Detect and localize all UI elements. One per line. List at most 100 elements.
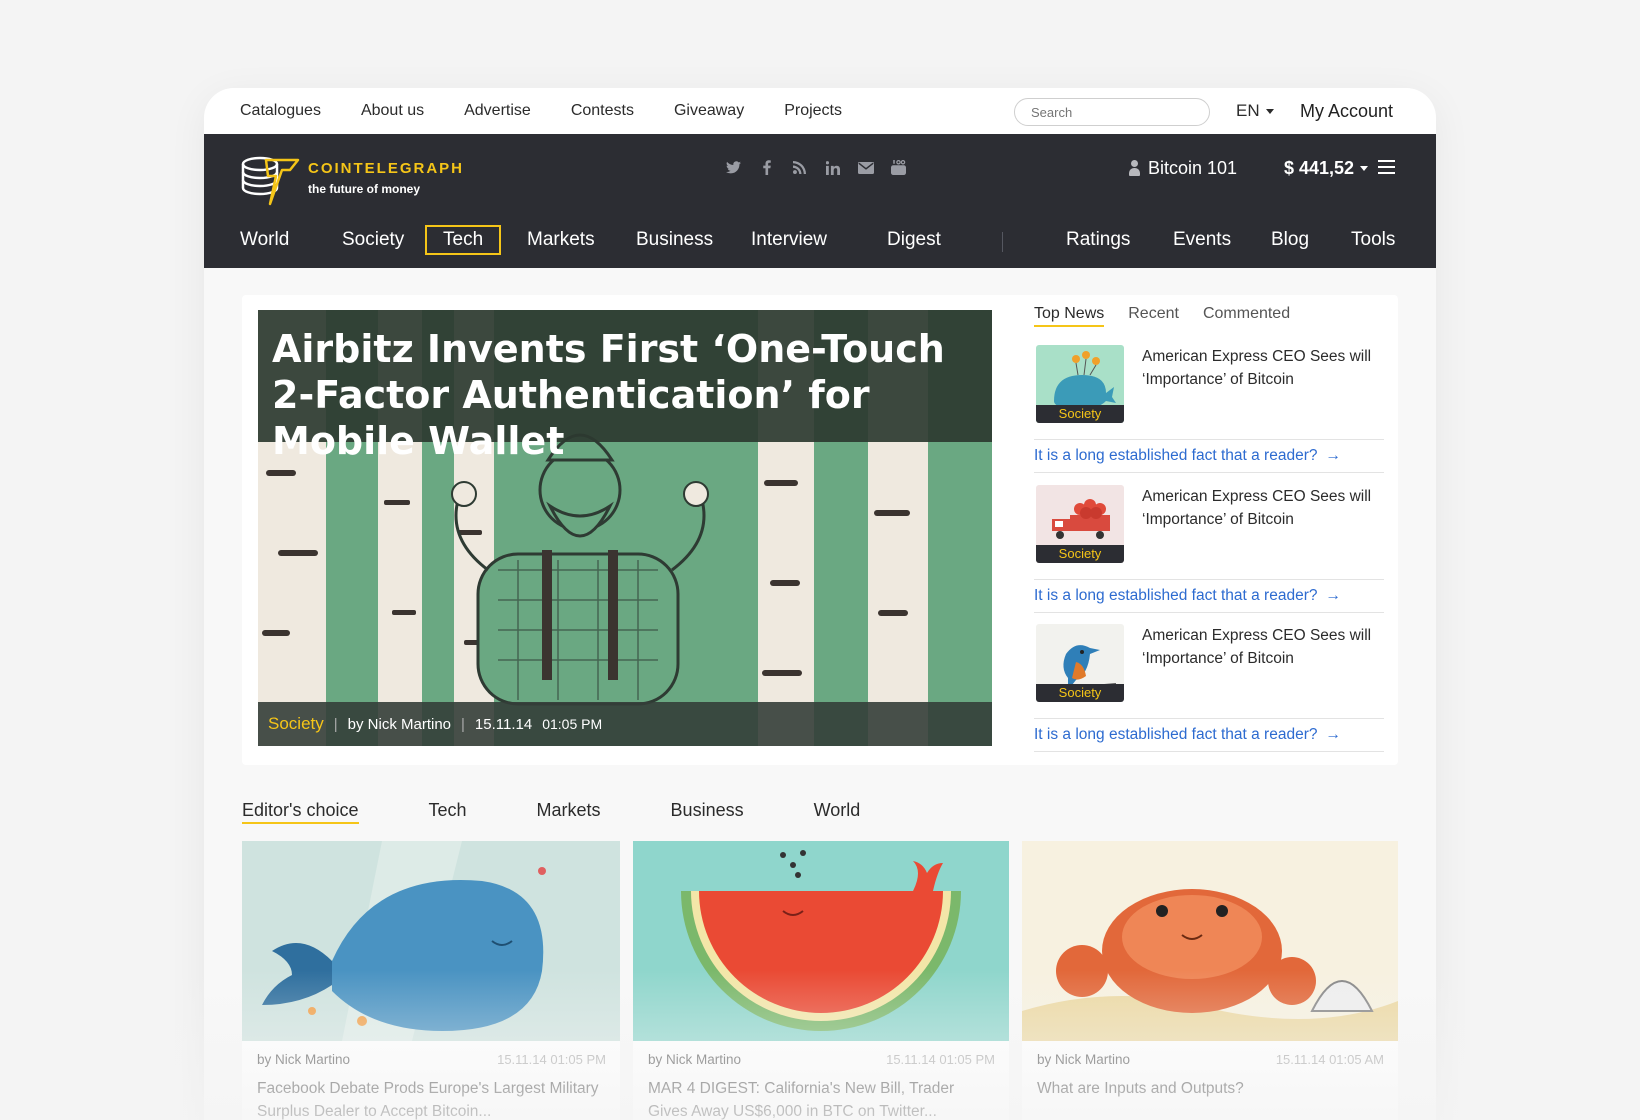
article-card[interactable]: by Nick Martino 15.11.14 01:05 PM MAR 4 … [633,841,1009,1120]
chevron-down-icon [1360,165,1369,171]
nav-item-interview[interactable]: Interview [735,225,843,255]
utility-link-projects[interactable]: Projects [784,102,842,120]
news-title[interactable]: American Express CEO Sees will ‘Importan… [1142,624,1372,670]
news-category-badge: Society [1036,405,1124,423]
nav-item-tech[interactable]: Tech [425,225,502,255]
nav-item-tools[interactable]: Tools [1335,225,1411,255]
language-label: EN [1236,101,1260,120]
article-date: 15.11.14 01:05 PM [886,1052,995,1067]
news-tabs: Top News Recent Commented [1034,305,1290,327]
news-category-badge: Society [1036,684,1124,702]
mail-icon[interactable] [856,158,875,177]
hero-author[interactable]: by Nick Martino [348,716,451,733]
meta-separator: | [333,715,338,733]
crab-illustration [1022,841,1398,1041]
tab-tech[interactable]: Tech [429,800,467,824]
utility-link-contests[interactable]: Contests [571,102,634,120]
linkedin-icon[interactable] [823,158,842,177]
news-read-link[interactable]: It is a long established fact that a rea… [1034,718,1384,752]
bitcoin-101-link[interactable]: Bitcoin 101 [1128,154,1237,182]
watermelon-illustration [633,841,1009,1041]
main-nav: World Society Tech Markets Business Inte… [204,222,1436,268]
user-icon [1128,160,1140,176]
article-author[interactable]: by Nick Martino [1037,1052,1130,1067]
twitter-icon[interactable] [724,158,743,177]
search-input[interactable] [1014,98,1210,126]
article-author[interactable]: by Nick Martino [257,1052,350,1067]
news-read-link[interactable]: It is a long established fact that a rea… [1034,439,1384,473]
hero-time: 01:05 PM [542,716,603,732]
news-thumbnail[interactable]: Society [1036,485,1124,563]
nav-item-markets[interactable]: Markets [511,225,611,255]
utility-link-catalogues[interactable]: Catalogues [240,102,321,120]
news-read-link[interactable]: It is a long established fact that a rea… [1034,579,1384,613]
whale-illustration [242,841,620,1041]
article-card[interactable]: by Nick Martino 15.11.14 01:05 PM Facebo… [242,841,620,1120]
arrow-right-icon: → [1325,587,1341,604]
browser-frame: Catalogues About us Advertise Contests G… [204,88,1436,1120]
hero-category[interactable]: Society [268,714,324,734]
news-thumbnail[interactable]: Society [1036,624,1124,702]
utility-link-giveaway[interactable]: Giveaway [674,102,744,120]
bitcoin-101-label: Bitcoin 101 [1148,157,1238,178]
article-title[interactable]: Facebook Debate Prods Europe's Largest M… [257,1077,605,1120]
arrow-right-icon: → [1325,726,1341,743]
chevron-down-icon [1265,108,1274,114]
tab-editors-choice[interactable]: Editor's choice [242,800,359,824]
news-thumbnail[interactable]: Society [1036,345,1124,423]
nav-item-events[interactable]: Events [1157,225,1247,255]
nav-item-society[interactable]: Society [326,225,420,255]
hero-article[interactable]: Airbitz Invents First ‘One-Touch 2-Facto… [258,310,992,746]
logo[interactable]: COINTELEGRAPH the future of money [240,152,490,208]
meta-separator: | [461,715,465,733]
nav-item-ratings[interactable]: Ratings [1050,225,1146,255]
tab-top-news[interactable]: Top News [1034,305,1105,327]
utility-link-advertise[interactable]: Advertise [464,102,531,120]
nav-item-blog[interactable]: Blog [1255,225,1325,255]
site-header: COINTELEGRAPH the future of money Bitcoi… [204,134,1436,268]
my-account-link[interactable]: My Account [1300,88,1393,134]
bitcoin-price-dropdown[interactable]: $ 441,52 [1284,154,1369,182]
news-title[interactable]: American Express CEO Sees will ‘Importan… [1142,485,1372,531]
nav-item-digest[interactable]: Digest [871,225,957,255]
article-image[interactable] [633,841,1009,1041]
youtube-icon[interactable] [889,158,908,177]
nav-divider [1002,232,1003,252]
logo-icon [241,156,300,206]
tab-recent[interactable]: Recent [1128,305,1179,327]
utility-link-about[interactable]: About us [361,102,424,120]
featured-section: Airbitz Invents First ‘One-Touch 2-Facto… [242,295,1398,765]
menu-icon[interactable] [1378,160,1395,174]
nav-item-world[interactable]: World [224,225,305,255]
article-title[interactable]: What are Inputs and Outputs? [1037,1077,1383,1100]
hero-date: 15.11.14 [474,715,533,733]
article-image[interactable] [242,841,620,1041]
section-tabs: Editor's choice Tech Markets Business Wo… [242,800,930,824]
tab-business[interactable]: Business [671,800,744,824]
hero-title[interactable]: Airbitz Invents First ‘One-Touch 2-Facto… [272,326,982,464]
tab-world[interactable]: World [814,800,861,824]
tab-commented[interactable]: Commented [1203,305,1290,327]
article-title[interactable]: MAR 4 DIGEST: California's New Bill, Tra… [648,1077,994,1120]
news-link-text: It is a long established fact that a rea… [1034,587,1318,604]
news-link-text: It is a long established fact that a rea… [1034,726,1318,743]
rss-icon[interactable] [790,158,809,177]
article-date: 15.11.14 01:05 AM [1275,1052,1384,1067]
language-select[interactable]: EN [1236,88,1274,134]
hero-meta: Society | by Nick Martino | 15.11.14 01:… [258,702,992,746]
article-card[interactable]: by Nick Martino 15.11.14 01:05 AM What a… [1022,841,1398,1120]
news-category-badge: Society [1036,545,1124,563]
facebook-icon[interactable] [757,158,776,177]
utility-bar: Catalogues About us Advertise Contests G… [204,88,1436,134]
article-image[interactable] [1022,841,1398,1041]
nav-item-business[interactable]: Business [620,225,729,255]
brand-tagline: the future of money [308,182,421,196]
article-author[interactable]: by Nick Martino [648,1052,741,1067]
news-link-text: It is a long established fact that a rea… [1034,447,1318,464]
arrow-right-icon: → [1325,447,1341,464]
tab-markets[interactable]: Markets [537,800,601,824]
social-links [724,158,908,177]
article-date: 15.11.14 01:05 PM [497,1052,606,1067]
utility-nav: Catalogues About us Advertise Contests G… [240,88,882,134]
news-title[interactable]: American Express CEO Sees will ‘Importan… [1142,345,1372,391]
